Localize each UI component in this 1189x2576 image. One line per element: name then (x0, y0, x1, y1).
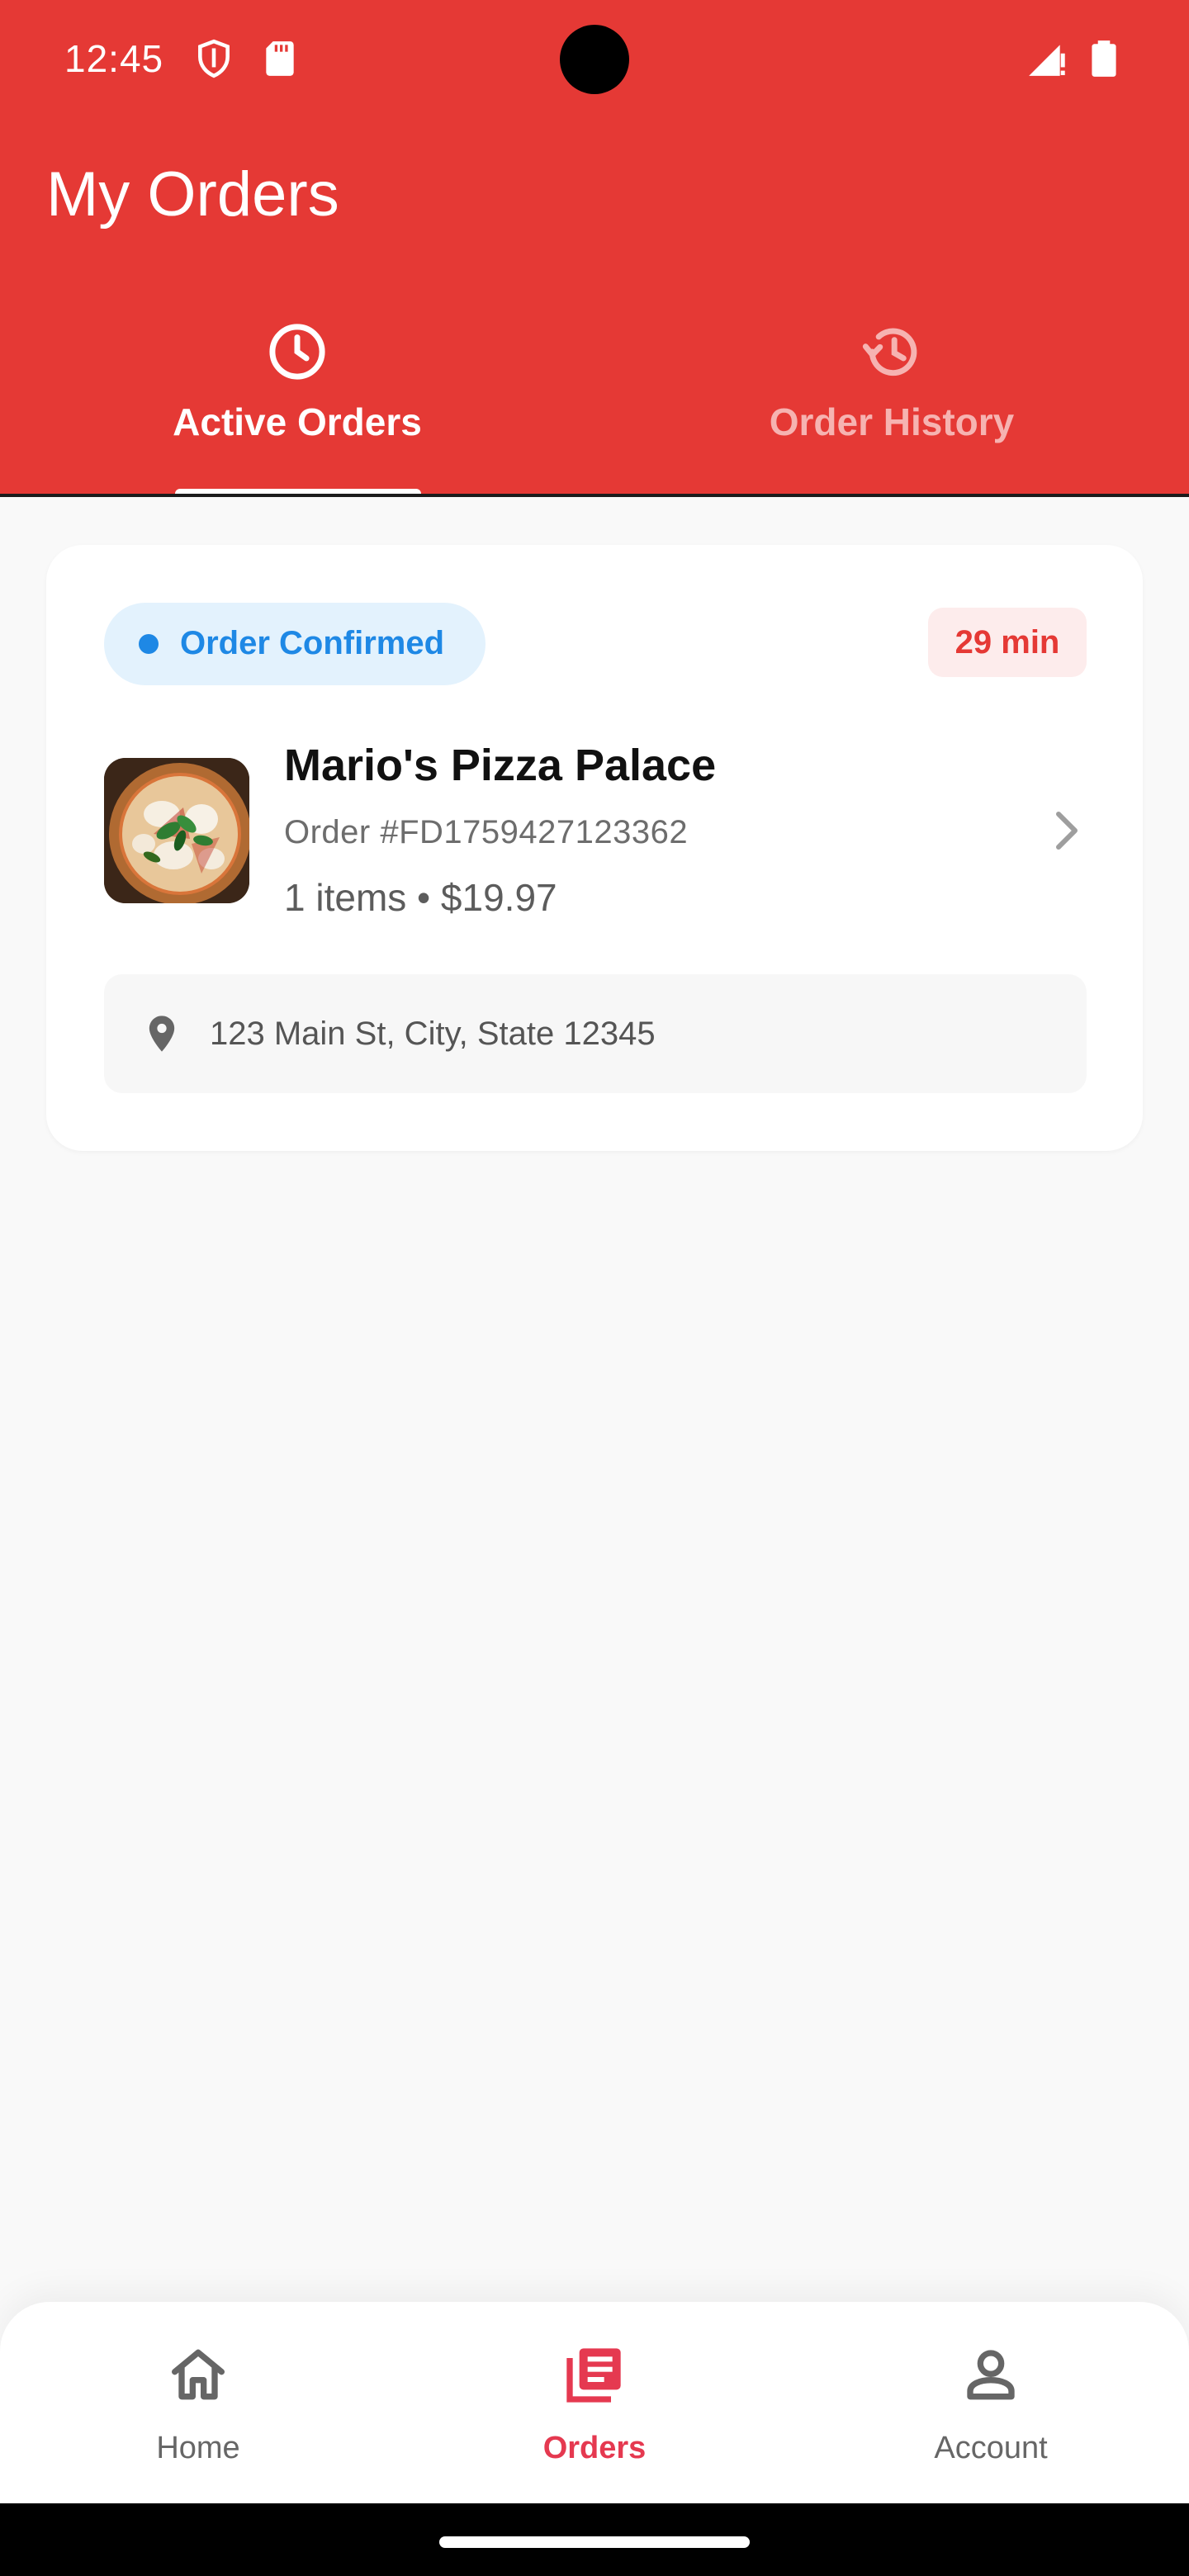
nav-label: Account (934, 2431, 1048, 2465)
battery-icon (1092, 40, 1116, 77)
status-label: Order Confirmed (180, 625, 445, 661)
home-gesture-handle[interactable] (439, 2536, 750, 2548)
pizza-image (104, 758, 249, 903)
restaurant-name: Mario's Pizza Palace (284, 741, 717, 790)
status-badge: Order Confirmed (104, 603, 486, 685)
orders-icon (566, 2348, 621, 2403)
eta-label: 29 min (955, 624, 1060, 661)
nav-account[interactable]: Account (793, 2302, 1189, 2503)
order-summary: 1 items • $19.97 (284, 876, 557, 919)
eta-badge: 29 min (928, 608, 1087, 677)
home-icon (172, 2349, 225, 2400)
nav-orders[interactable]: Orders (396, 2302, 793, 2503)
sd-card-icon (266, 41, 294, 76)
bottom-navigation: Home Orders Account (0, 2302, 1189, 2503)
clock-icon (269, 324, 325, 380)
order-number: Order #FD1759427123362 (284, 814, 689, 850)
nav-home[interactable]: Home (0, 2302, 396, 2503)
account-icon (967, 2350, 1015, 2400)
status-dot-icon (139, 634, 159, 654)
status-bar: 12:45 (0, 0, 1189, 119)
page-title: My Orders (46, 159, 339, 230)
tab-label: Active Orders (173, 400, 422, 443)
status-time: 12:45 (64, 37, 164, 80)
orders-screen: 12:45 My Orders Active Orders Order Hist… (0, 0, 1189, 2576)
delivery-address: 123 Main St, City, State 12345 (104, 974, 1087, 1093)
restaurant-thumbnail (104, 758, 249, 903)
address-text: 123 Main St, City, State 12345 (210, 1016, 656, 1052)
shield-icon (198, 39, 230, 78)
header-divider (0, 494, 1189, 497)
location-pin-icon (149, 1016, 175, 1052)
tab-active-orders[interactable]: Active Orders (0, 320, 594, 497)
active-order-card[interactable]: Order Confirmed 29 min Mario's Pizza Pal… (46, 545, 1143, 1151)
history-icon (862, 328, 917, 376)
tab-order-history[interactable]: Order History (594, 320, 1189, 497)
tab-label: Order History (769, 400, 1015, 443)
camera-cutout (560, 25, 629, 94)
system-navigation-bar (0, 2503, 1189, 2576)
app-header: 12:45 My Orders Active Orders Order Hist… (0, 0, 1189, 497)
nav-label: Home (156, 2431, 240, 2465)
chevron-right-icon[interactable] (1042, 801, 1092, 860)
signal-icon (1029, 45, 1065, 76)
nav-label: Orders (542, 2431, 647, 2465)
